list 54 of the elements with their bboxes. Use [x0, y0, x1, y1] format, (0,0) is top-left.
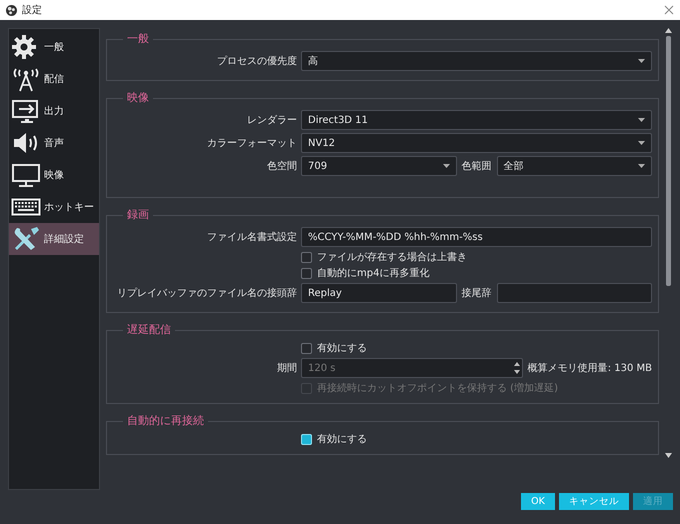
field-label: プロセスの優先度 — [216, 54, 297, 68]
dropdown[interactable]: 全部 — [496, 156, 652, 176]
checkbox[interactable] — [301, 268, 312, 278]
field-label: 色空間 — [266, 160, 297, 173]
field-label: 期間 — [276, 362, 297, 375]
caret-icon — [638, 59, 645, 63]
caret-icon — [638, 118, 645, 122]
field-label: 接尾辞 — [462, 286, 492, 300]
field-label: 色範囲 — [462, 160, 492, 173]
section-title: 映像 — [126, 91, 150, 105]
dropdown[interactable]: Direct3D 11 — [301, 110, 652, 130]
caret-icon — [442, 164, 450, 168]
field-label: カラーフォーマット — [206, 137, 297, 150]
scrollbar[interactable] — [664, 28, 672, 458]
checkbox-label: 自動的にmp4に再多重化 — [317, 266, 430, 280]
dropdown[interactable]: 高 — [301, 51, 652, 71]
field-label: リプレイバッファのファイル名の接頭辞 — [116, 286, 297, 300]
close-icon[interactable] — [664, 5, 674, 15]
memory-estimate: 概算メモリ使用量: 130 MB — [528, 362, 652, 375]
dropdown[interactable]: 709 — [301, 156, 456, 176]
scroll-up-icon[interactable] — [664, 28, 672, 33]
section-title: 録画 — [126, 208, 150, 222]
sidebar-item[interactable]: 出力 — [9, 95, 99, 127]
checkbox[interactable] — [301, 342, 312, 354]
field-label: ファイル名書式設定 — [206, 230, 297, 244]
section-title: 自動的に再接続 — [126, 414, 205, 428]
monitor-arrow-icon — [11, 98, 41, 124]
sidebar-item[interactable]: ホットキー — [9, 191, 99, 223]
app-logo-icon — [6, 4, 17, 16]
checkbox-label: ファイルが存在する場合は上書き — [317, 250, 467, 264]
scroll-thumb[interactable] — [666, 36, 670, 286]
checkbox-label: 再接続時にカットオフポイントを保持する (増加遅延) — [317, 382, 558, 395]
sidebar-item[interactable]: 詳細設定 — [9, 223, 99, 255]
sidebar-item[interactable]: 音声 — [9, 127, 99, 159]
sidebar-item[interactable]: 配信 — [9, 63, 99, 95]
sidebar-item[interactable]: 映像 — [9, 159, 99, 191]
section-title: 遅延配信 — [126, 323, 172, 337]
window-title: 設定 — [22, 4, 43, 17]
caret-icon — [638, 164, 645, 168]
input-field[interactable]: %CCYY-%MM-%DD %hh-%mm-%ss — [301, 227, 652, 247]
broadcast-tower-icon — [11, 66, 41, 92]
monitor-icon — [11, 162, 41, 188]
input-field[interactable] — [496, 283, 652, 303]
caret-icon — [638, 141, 645, 145]
scroll-down-icon[interactable] — [664, 453, 672, 458]
dropdown[interactable]: NV12 — [301, 133, 652, 153]
field-label: レンダラー — [246, 114, 297, 127]
checkbox-label: 有効にする — [317, 432, 367, 446]
section-title: 一般 — [126, 32, 150, 46]
input-field[interactable]: Replay — [301, 283, 456, 303]
stepper-icon — [514, 361, 520, 375]
sidebar-item[interactable]: 一般 — [9, 31, 99, 63]
checkbox-label: 有効にする — [317, 342, 367, 355]
checkbox[interactable] — [301, 252, 312, 262]
